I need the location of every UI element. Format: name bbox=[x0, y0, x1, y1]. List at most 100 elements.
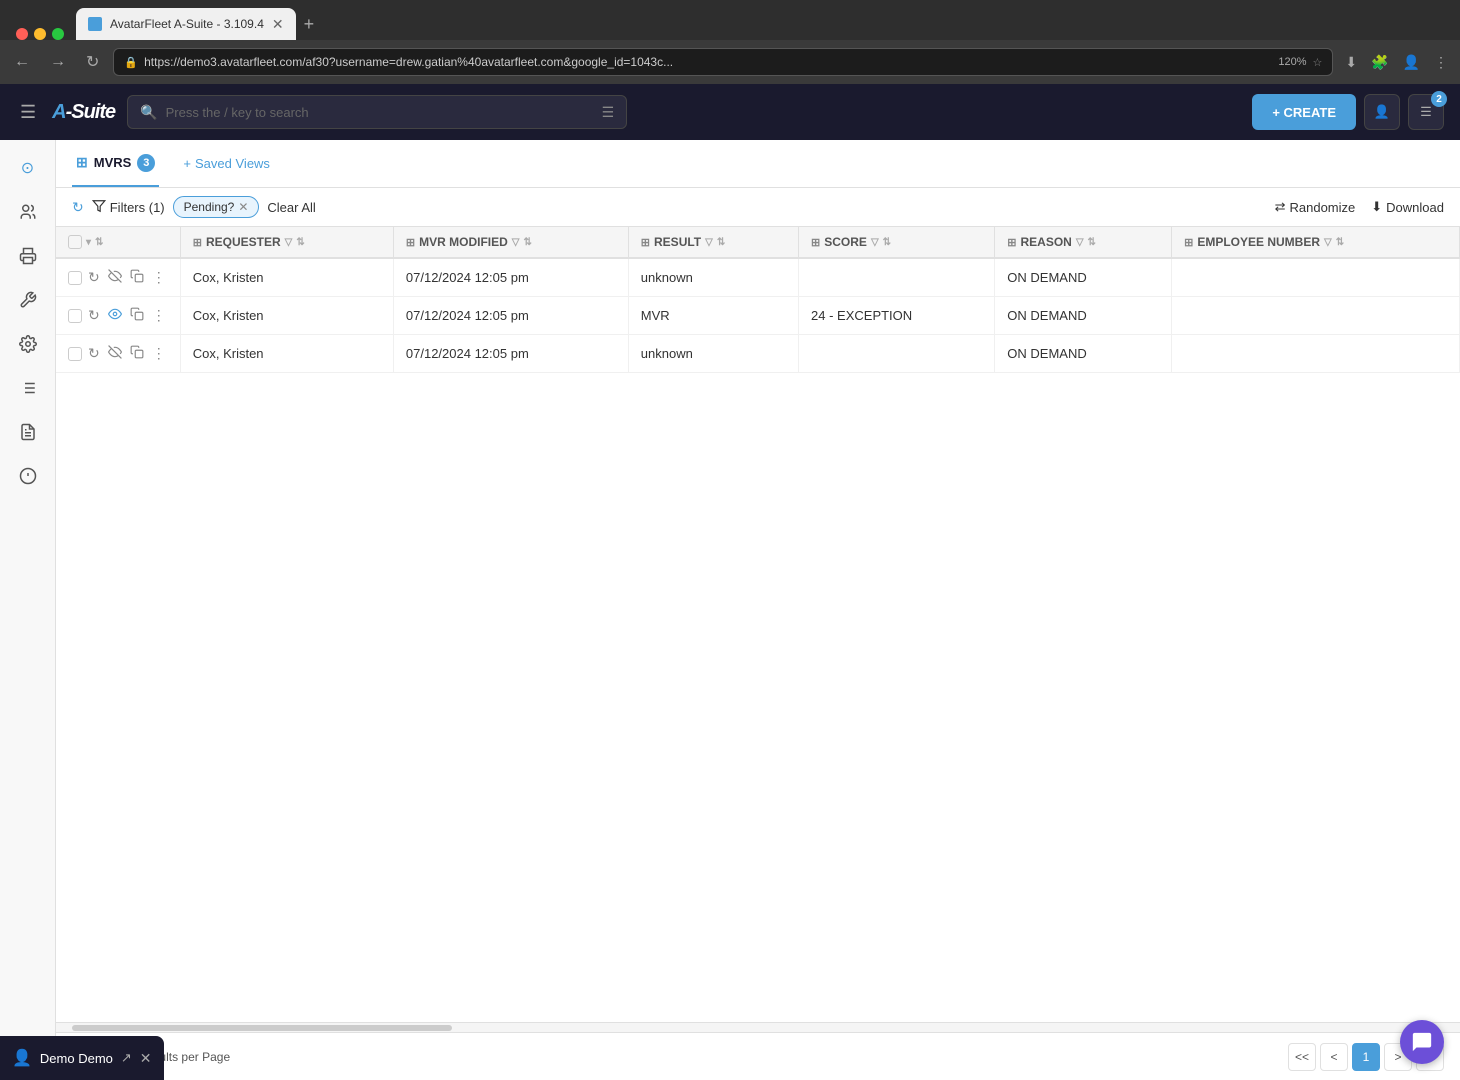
row-3-more-icon[interactable]: ⋮ bbox=[150, 343, 168, 364]
bookmark-icon[interactable]: ☆ bbox=[1313, 56, 1323, 69]
row-2-more-icon[interactable]: ⋮ bbox=[150, 305, 168, 326]
pagination-bar: Showing 25 Results per Page << < 1 > >> bbox=[56, 1032, 1460, 1080]
minimize-traffic-light[interactable] bbox=[34, 28, 46, 40]
refresh-button[interactable]: ↻ bbox=[72, 199, 84, 216]
notifications-icon: ☰ bbox=[1420, 104, 1432, 120]
reload-button[interactable]: ↻ bbox=[80, 48, 105, 76]
result-col-icon: ⊞ bbox=[641, 236, 650, 249]
search-filter-icon[interactable]: ☰ bbox=[602, 104, 615, 121]
filters-label: Filters (1) bbox=[110, 200, 165, 215]
demo-close-button[interactable]: ✕ bbox=[140, 1050, 152, 1067]
sidebar-item-print[interactable] bbox=[8, 236, 48, 276]
row-2-reason: ON DEMAND bbox=[995, 297, 1172, 335]
row-3-hide-icon[interactable] bbox=[106, 343, 124, 364]
row-2-view-icon[interactable] bbox=[106, 305, 124, 326]
mvrs-tab-label: MVRS bbox=[94, 155, 132, 170]
zoom-level: 120% bbox=[1278, 56, 1306, 68]
randomize-label: Randomize bbox=[1290, 200, 1356, 215]
row-1-checkbox[interactable] bbox=[68, 271, 82, 285]
row-2-checkbox[interactable] bbox=[68, 309, 82, 323]
row-2-copy-icon[interactable] bbox=[128, 305, 146, 326]
notifications-button[interactable]: ☰ 2 bbox=[1408, 94, 1444, 130]
forward-button[interactable]: → bbox=[44, 49, 72, 75]
download-icon: ⬇ bbox=[1371, 199, 1382, 215]
tabs-bar: ⊞ MVRS 3 + Saved Views bbox=[56, 140, 1460, 188]
row-1-hide-icon[interactable] bbox=[106, 267, 124, 288]
reason-sort-icon[interactable]: ⇅ bbox=[1088, 237, 1096, 248]
employee-number-filter-icon[interactable]: ▽ bbox=[1324, 237, 1332, 248]
horizontal-scrollbar[interactable] bbox=[56, 1022, 1460, 1032]
remove-pending-filter[interactable]: ✕ bbox=[238, 200, 248, 214]
profile-icon[interactable]: 👤 bbox=[1399, 50, 1424, 75]
sidebar-item-list[interactable] bbox=[8, 368, 48, 408]
row-3-requester: Cox, Kristen bbox=[180, 335, 393, 373]
mvr-modified-filter-icon[interactable]: ▽ bbox=[512, 237, 520, 248]
prev-page-button[interactable]: < bbox=[1320, 1043, 1348, 1071]
pending-filter-tag[interactable]: Pending? ✕ bbox=[173, 196, 260, 218]
table-row: ↻ ⋮ bbox=[56, 258, 1460, 297]
download-button[interactable]: ⬇ Download bbox=[1371, 199, 1444, 215]
row-2-refresh-icon[interactable]: ↻ bbox=[86, 305, 102, 326]
row-1-more-icon[interactable]: ⋮ bbox=[150, 267, 168, 288]
reason-column-header: ⊞ REASON ▽ ⇅ bbox=[995, 227, 1172, 258]
sidebar-item-info[interactable] bbox=[8, 456, 48, 496]
row-1-result: unknown bbox=[628, 258, 798, 297]
column-sort-icon[interactable]: ⇅ bbox=[95, 237, 103, 248]
tab-favicon bbox=[88, 17, 102, 31]
first-page-button[interactable]: << bbox=[1288, 1043, 1316, 1071]
row-3-copy-icon[interactable] bbox=[128, 343, 146, 364]
result-filter-icon[interactable]: ▽ bbox=[705, 237, 713, 248]
downloads-icon[interactable]: ⬇ bbox=[1341, 50, 1361, 75]
row-3-checkbox[interactable] bbox=[68, 347, 82, 361]
close-traffic-light[interactable] bbox=[16, 28, 28, 40]
requester-sort-icon[interactable]: ⇅ bbox=[296, 237, 304, 248]
employee-number-sort-icon[interactable]: ⇅ bbox=[1336, 237, 1344, 248]
demo-external-link-icon[interactable]: ↗ bbox=[121, 1050, 132, 1066]
notification-badge: 2 bbox=[1431, 91, 1447, 107]
tab-label: AvatarFleet A-Suite - 3.109.4 bbox=[110, 17, 264, 31]
search-bar[interactable]: 🔍 Press the / key to search ☰ bbox=[127, 95, 627, 129]
saved-views-button[interactable]: + Saved Views bbox=[175, 152, 278, 175]
sidebar-item-reports[interactable] bbox=[8, 412, 48, 452]
search-placeholder: Press the / key to search bbox=[166, 105, 594, 120]
row-3-refresh-icon[interactable]: ↻ bbox=[86, 343, 102, 364]
chat-bubble-button[interactable] bbox=[1400, 1020, 1444, 1064]
address-bar[interactable]: 🔒 https://demo3.avatarfleet.com/af30?use… bbox=[113, 48, 1333, 76]
score-filter-icon[interactable]: ▽ bbox=[871, 237, 879, 248]
tab-mvrs[interactable]: ⊞ MVRS 3 bbox=[72, 140, 159, 187]
score-sort-icon[interactable]: ⇅ bbox=[883, 237, 891, 248]
reason-col-label: REASON bbox=[1021, 235, 1072, 249]
page-1-button[interactable]: 1 bbox=[1352, 1043, 1380, 1071]
extensions-icon[interactable]: 🧩 bbox=[1367, 50, 1392, 75]
hamburger-menu[interactable]: ☰ bbox=[16, 98, 40, 127]
back-button[interactable]: ← bbox=[8, 49, 36, 75]
sidebar-item-users[interactable] bbox=[8, 192, 48, 232]
sidebar-item-home[interactable]: ⊙ bbox=[8, 148, 48, 188]
randomize-button[interactable]: ⇄ Randomize bbox=[1275, 199, 1356, 215]
clear-all-button[interactable]: Clear All bbox=[267, 200, 315, 215]
mvr-modified-sort-icon[interactable]: ⇅ bbox=[523, 237, 531, 248]
scrollbar-thumb[interactable] bbox=[72, 1025, 452, 1031]
select-all-checkbox[interactable] bbox=[68, 235, 82, 249]
select-all-header: ▾ ⇅ bbox=[56, 227, 180, 258]
select-dropdown-icon[interactable]: ▾ bbox=[86, 237, 91, 248]
filters-button[interactable]: Filters (1) bbox=[92, 199, 165, 216]
new-tab-button[interactable]: + bbox=[296, 14, 323, 35]
sidebar-item-settings[interactable] bbox=[8, 324, 48, 364]
menu-icon[interactable]: ⋮ bbox=[1430, 50, 1452, 75]
row-1-score bbox=[799, 258, 995, 297]
user-profile-button[interactable]: 👤 bbox=[1364, 94, 1400, 130]
row-1-copy-icon[interactable] bbox=[128, 267, 146, 288]
browser-tab[interactable]: AvatarFleet A-Suite - 3.109.4 ✕ bbox=[76, 8, 296, 40]
create-button[interactable]: + CREATE bbox=[1252, 94, 1356, 130]
requester-col-label: REQUESTER bbox=[206, 235, 281, 249]
reason-filter-icon[interactable]: ▽ bbox=[1076, 237, 1084, 248]
fullscreen-traffic-light[interactable] bbox=[52, 28, 64, 40]
requester-filter-icon[interactable]: ▽ bbox=[285, 237, 293, 248]
sidebar-item-tools[interactable] bbox=[8, 280, 48, 320]
mvrs-tab-badge: 3 bbox=[137, 154, 155, 172]
row-1-refresh-icon[interactable]: ↻ bbox=[86, 267, 102, 288]
result-sort-icon[interactable]: ⇅ bbox=[717, 237, 725, 248]
tab-close-button[interactable]: ✕ bbox=[272, 16, 284, 33]
filter-bar: ↻ Filters (1) Pending? ✕ Clear All bbox=[56, 188, 1460, 227]
